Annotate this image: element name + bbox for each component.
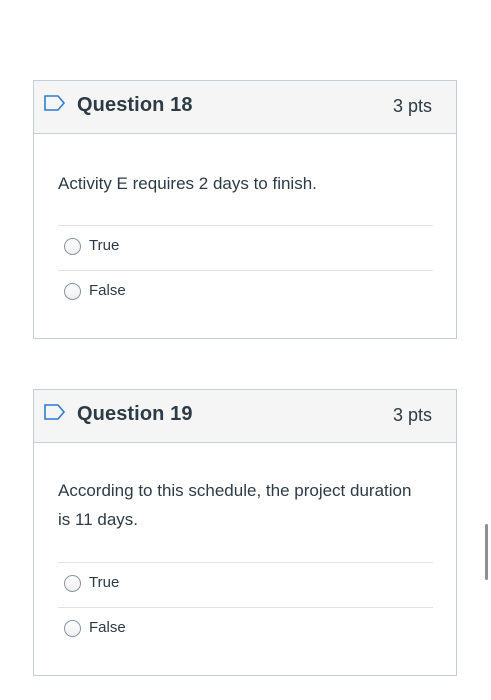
radio-button[interactable]	[64, 283, 81, 300]
radio-button[interactable]	[64, 575, 81, 592]
answer-option-false[interactable]: False	[58, 270, 433, 315]
question-header: Question 19 3 pts	[34, 390, 456, 443]
question-title: Question 18	[77, 94, 193, 116]
answer-label: True	[89, 574, 120, 591]
question-title: Question 19	[77, 403, 193, 425]
vertical-scrollbar[interactable]	[485, 524, 488, 580]
question-text: Activity E requires 2 days to finish.	[58, 174, 317, 193]
answer-option-true[interactable]: True	[58, 562, 433, 607]
answer-option-false[interactable]: False	[58, 607, 433, 652]
answer-list: True False	[58, 225, 433, 315]
answer-label: False	[89, 619, 126, 636]
answer-label: False	[89, 282, 126, 299]
question-points: 3 pts	[392, 96, 432, 116]
radio-button[interactable]	[64, 620, 81, 637]
question-text: According to this schedule, the project …	[58, 481, 412, 529]
question-points: 3 pts	[392, 405, 432, 425]
answer-list: True False	[58, 562, 433, 652]
question-19-card: Question 19 3 pts According to this sche…	[33, 389, 457, 676]
answer-label: True	[89, 237, 120, 254]
question-header: Question 18 3 pts	[34, 81, 456, 134]
answer-option-true[interactable]: True	[58, 225, 433, 270]
question-18-card: Question 18 3 pts Activity E requires 2 …	[33, 80, 457, 339]
flag-question-icon[interactable]	[44, 404, 66, 420]
flag-question-icon[interactable]	[44, 95, 66, 111]
radio-button[interactable]	[64, 238, 81, 255]
